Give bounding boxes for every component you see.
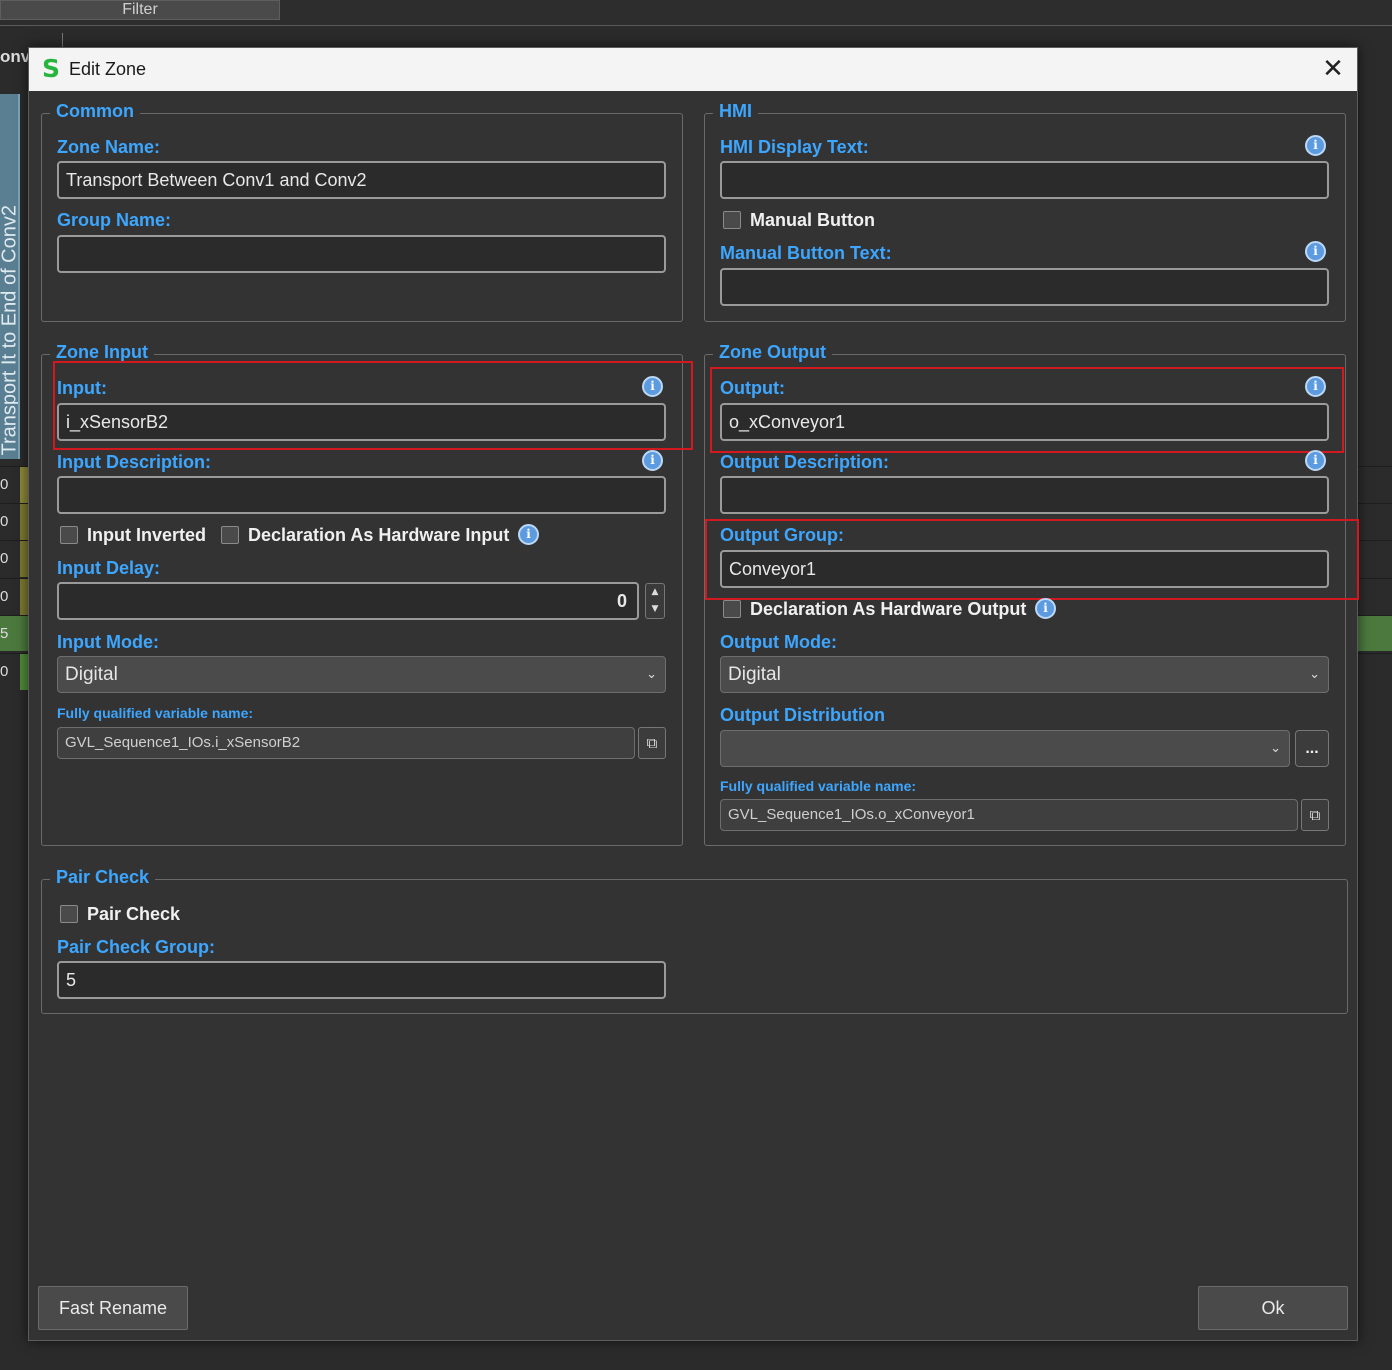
copy-icon[interactable]: ⧉	[638, 727, 666, 759]
input-mode-value: Digital	[65, 664, 118, 685]
title-bar: S Edit Zone ✕	[29, 48, 1357, 91]
manual-button-text-label: Manual Button Text:	[720, 243, 892, 263]
hardware-output-info-icon[interactable]: i	[1035, 598, 1056, 619]
output-mode-select[interactable]: Digital ⌄	[720, 656, 1329, 693]
zone-name-label: Zone Name:	[57, 137, 161, 157]
manual-button-text-input[interactable]	[720, 268, 1329, 306]
hardware-output-checkbox[interactable]	[723, 600, 741, 618]
zone-input-legend: Zone Input	[50, 342, 154, 363]
input-mode-label: Input Mode:	[57, 632, 159, 652]
output-fqn-label: Fully qualified variable name:	[720, 778, 917, 794]
hardware-input-checkbox[interactable]	[221, 526, 239, 544]
group-name-input[interactable]	[57, 235, 666, 273]
output-description-label: Output Description:	[720, 452, 889, 472]
input-inverted-checkbox[interactable]	[60, 526, 78, 544]
input-delay-field[interactable]: 0	[57, 582, 639, 620]
copy-icon[interactable]: ⧉	[1301, 799, 1329, 831]
sequence-side-panel[interactable]: Transport It to End of Conv2	[0, 94, 20, 459]
pair-check-group-label: Pair Check Group:	[57, 937, 216, 957]
input-delay-spinner[interactable]: ▲ ▼	[645, 583, 665, 619]
ok-button[interactable]: Ok	[1198, 1286, 1348, 1330]
output-group-highlight-box	[705, 519, 1359, 600]
pair-check-group-field[interactable]: 5	[57, 961, 666, 999]
hardware-input-info-icon[interactable]: i	[518, 524, 539, 545]
group-name-label: Group Name:	[57, 210, 172, 230]
output-distribution-select[interactable]: ⌄	[720, 730, 1290, 767]
filter-tab[interactable]: Filter	[0, 0, 280, 20]
input-description-field[interactable]	[57, 476, 666, 514]
hardware-input-label: Declaration As Hardware Input	[248, 525, 510, 545]
common-legend: Common	[50, 101, 140, 122]
input-inverted-label: Input Inverted	[87, 525, 207, 545]
output-mode-label: Output Mode:	[720, 632, 837, 652]
hmi-display-text-input[interactable]	[720, 161, 1329, 199]
output-fqn-field[interactable]: GVL_Sequence1_IOs.o_xConveyor1	[720, 799, 1298, 831]
app-logo-icon: S	[42, 54, 61, 83]
output-distribution-browse-button[interactable]: ...	[1295, 730, 1329, 767]
zone-output-legend: Zone Output	[713, 342, 832, 363]
dialog-title: Edit Zone	[69, 59, 147, 79]
spin-up-icon[interactable]: ▲	[646, 584, 664, 601]
zone-name-input[interactable]: Transport Between Conv1 and Conv2	[57, 161, 666, 199]
output-description-field[interactable]	[720, 476, 1329, 514]
hmi-legend: HMI	[713, 101, 758, 122]
output-mode-value: Digital	[728, 664, 781, 685]
input-fqn-label: Fully qualified variable name:	[57, 705, 254, 721]
background-header: onv	[0, 47, 31, 66]
hardware-output-label: Declaration As Hardware Output	[750, 599, 1027, 619]
pair-check-checkbox[interactable]	[60, 905, 78, 923]
hmi-display-text-label: HMI Display Text:	[720, 137, 869, 157]
input-description-info-icon[interactable]: i	[642, 450, 663, 471]
output-description-info-icon[interactable]: i	[1305, 450, 1326, 471]
spin-down-icon[interactable]: ▼	[646, 601, 664, 618]
manual-button-label: Manual Button	[750, 210, 875, 230]
input-highlight-box	[53, 361, 693, 450]
manual-button-text-info-icon[interactable]: i	[1305, 241, 1326, 262]
manual-button-checkbox[interactable]	[723, 211, 741, 229]
output-distribution-label: Output Distribution	[720, 705, 885, 725]
pair-check-label: Pair Check	[87, 904, 181, 924]
output-highlight-box	[710, 367, 1344, 453]
side-panel-label: Transport It to End of Conv2	[0, 205, 20, 456]
input-description-label: Input Description:	[57, 452, 211, 472]
input-delay-label: Input Delay:	[57, 558, 161, 578]
pair-check-legend: Pair Check	[50, 867, 156, 888]
fast-rename-button[interactable]: Fast Rename	[38, 1286, 188, 1330]
input-fqn-field[interactable]: GVL_Sequence1_IOs.i_xSensorB2	[57, 727, 635, 759]
chevron-down-icon: ⌄	[646, 667, 657, 682]
input-mode-select[interactable]: Digital ⌄	[57, 656, 666, 693]
chevron-down-icon: ⌄	[1309, 667, 1320, 682]
chevron-down-icon: ⌄	[1270, 741, 1281, 756]
edit-zone-dialog: S Edit Zone ✕ Common Zone Name: Transpor…	[28, 47, 1359, 1341]
hmi-display-text-info-icon[interactable]: i	[1305, 135, 1326, 156]
close-button[interactable]: ✕	[1317, 54, 1349, 86]
